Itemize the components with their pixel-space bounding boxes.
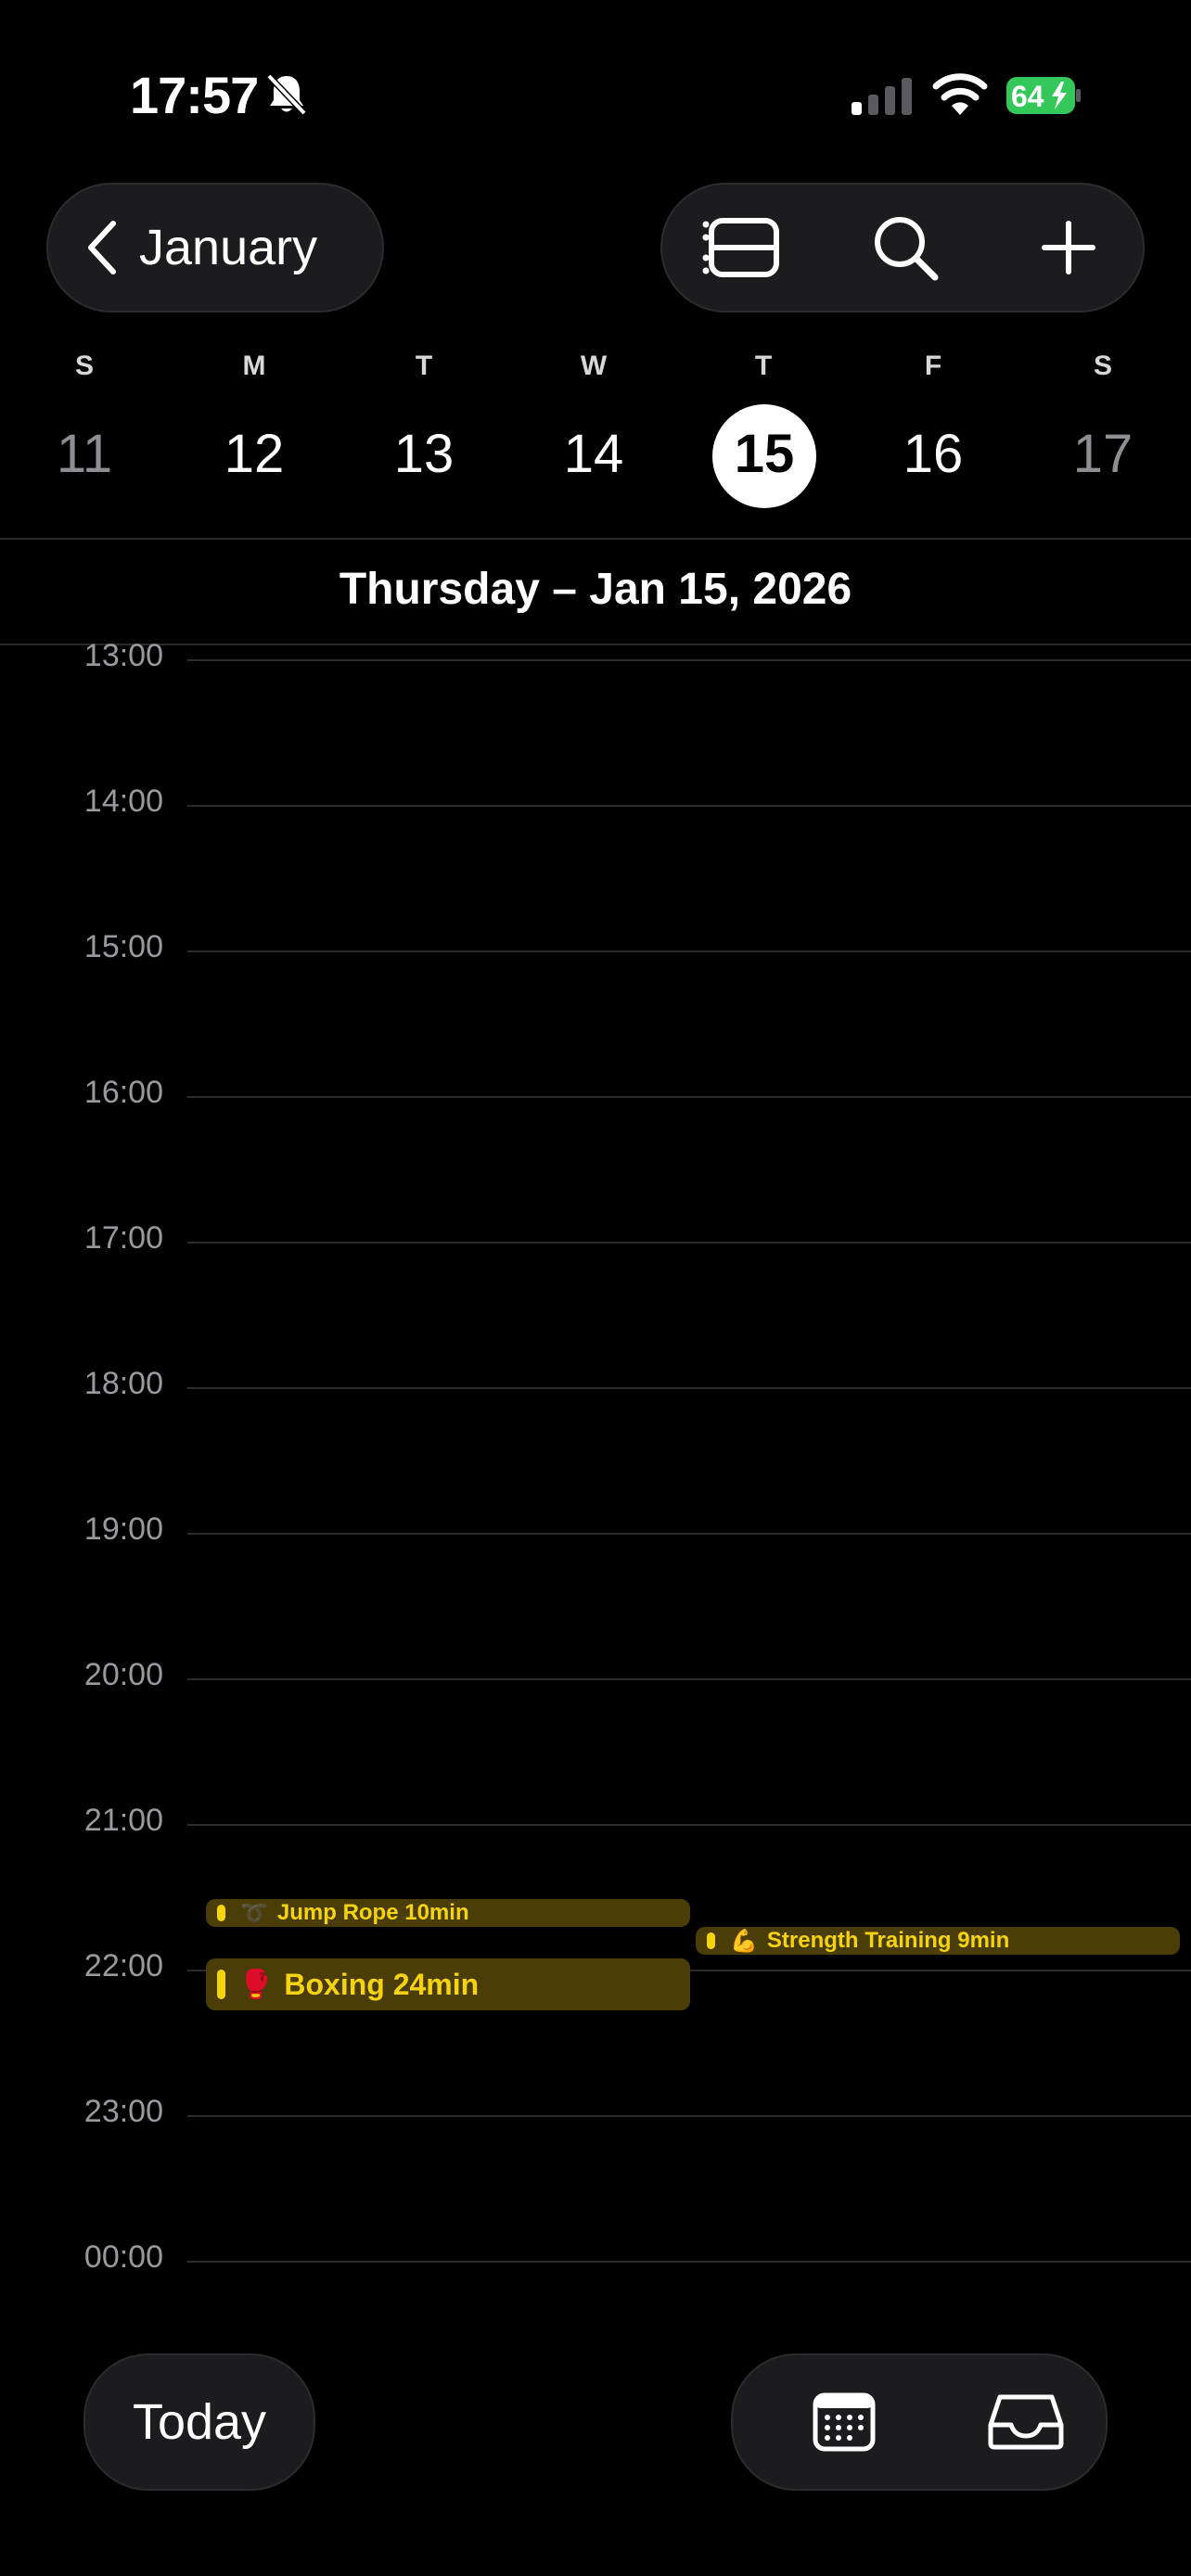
hour-label: 16:00 bbox=[83, 1075, 163, 1110]
weekday-letter: S bbox=[74, 351, 94, 381]
event-title: Boxing 24min bbox=[284, 1967, 480, 2001]
hour-label: 18:00 bbox=[83, 1366, 163, 1401]
back-to-month-button[interactable]: January bbox=[46, 183, 384, 312]
hour-label: 20:00 bbox=[83, 1657, 163, 1692]
hour-label: 13:00 bbox=[83, 638, 163, 673]
cellular-signal-icon bbox=[852, 78, 912, 115]
hour-line bbox=[187, 659, 1191, 661]
week-day-16[interactable]: 16 bbox=[877, 415, 989, 493]
event-title: Jump Rope 10min bbox=[276, 1900, 469, 1925]
week-day-15[interactable]: 15 bbox=[709, 415, 820, 493]
today-button[interactable]: Today bbox=[83, 2353, 315, 2491]
hour-label: 00:00 bbox=[83, 2239, 163, 2275]
weekday-letter: T bbox=[754, 351, 773, 381]
divider bbox=[0, 538, 1191, 540]
event-jump-rope[interactable]: ➰ Jump Rope 10min bbox=[206, 1899, 690, 1927]
hour-line bbox=[187, 1824, 1191, 1826]
silent-bell-icon bbox=[266, 73, 307, 116]
weekday-letter: W bbox=[580, 351, 608, 381]
hour-label: 17:00 bbox=[83, 1220, 163, 1256]
event-emoji: 🥊 bbox=[238, 1969, 274, 2000]
week-day-17[interactable]: 17 bbox=[1047, 415, 1159, 493]
hour-label: 22:00 bbox=[83, 1948, 163, 1983]
search-icon bbox=[875, 217, 939, 281]
bottom-toolbar bbox=[731, 2353, 1108, 2491]
inbox-button[interactable] bbox=[961, 2355, 1091, 2489]
divider bbox=[0, 644, 1191, 645]
wifi-icon bbox=[932, 73, 988, 115]
date-heading: Thursday – Jan 15, 2026 bbox=[339, 565, 852, 614]
inbox-tray-icon bbox=[988, 2394, 1064, 2450]
calendar-grid-icon bbox=[813, 2392, 876, 2452]
weekday-letter: T bbox=[415, 351, 433, 381]
add-event-button[interactable] bbox=[1004, 185, 1133, 311]
event-strength-training[interactable]: 💪 Strength Training 9min bbox=[696, 1927, 1180, 1955]
hour-line bbox=[187, 1242, 1191, 1243]
hour-line bbox=[187, 2115, 1191, 2117]
hour-label: 14:00 bbox=[83, 784, 163, 819]
list-view-icon bbox=[702, 218, 779, 277]
search-button[interactable] bbox=[840, 185, 970, 311]
hour-line bbox=[187, 2261, 1191, 2263]
status-time: 17:57 bbox=[130, 66, 259, 124]
hour-label: 23:00 bbox=[83, 2094, 163, 2129]
weekday-letter: S bbox=[1093, 351, 1112, 381]
back-label: January bbox=[139, 220, 318, 275]
chevron-left-icon bbox=[88, 221, 116, 274]
hour-line bbox=[187, 1533, 1191, 1535]
plus-icon bbox=[1042, 221, 1095, 274]
event-emoji: 💪 bbox=[730, 1928, 758, 1954]
week-day-14[interactable]: 14 bbox=[538, 415, 649, 493]
week-day-12[interactable]: 12 bbox=[198, 415, 310, 493]
calendars-button[interactable] bbox=[779, 2355, 909, 2489]
hour-line bbox=[187, 950, 1191, 952]
week-day-13[interactable]: 13 bbox=[368, 415, 480, 493]
battery-indicator: 64 bbox=[1005, 76, 1083, 115]
hour-line bbox=[187, 1678, 1191, 1680]
hour-line bbox=[187, 805, 1191, 807]
hour-line bbox=[187, 1387, 1191, 1389]
battery-level: 64 bbox=[1011, 80, 1044, 113]
list-view-button[interactable] bbox=[677, 185, 807, 311]
hour-label: 21:00 bbox=[83, 1803, 163, 1838]
event-title: Strength Training 9min bbox=[766, 1928, 1010, 1953]
week-day-11[interactable]: 11 bbox=[29, 415, 140, 493]
toolbar-group bbox=[660, 183, 1145, 312]
hour-line bbox=[187, 1096, 1191, 1098]
event-emoji: ➰ bbox=[240, 1900, 268, 1926]
event-boxing[interactable]: 🥊 Boxing 24min bbox=[206, 1958, 690, 2010]
weekday-letter: M bbox=[242, 351, 266, 381]
hour-label: 15:00 bbox=[83, 929, 163, 964]
weekday-letter: F bbox=[924, 351, 942, 381]
hour-label: 19:00 bbox=[83, 1511, 163, 1547]
